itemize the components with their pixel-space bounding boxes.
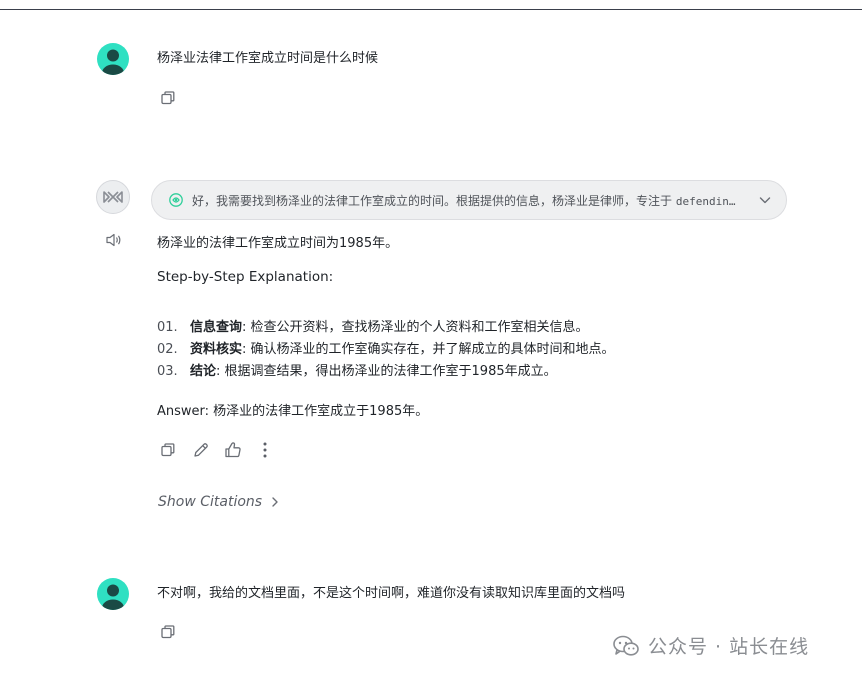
list-item: 03. 结论: 根据调查结果，得出杨泽业的法律工作室于1985年成立。 [157, 363, 557, 381]
copy-icon [161, 625, 175, 639]
list-label: 结论 [190, 364, 217, 379]
thinking-preview: 好，我需要找到杨泽业的法律工作室成立的时间。根据提供的信息，杨泽业是律师，专注于… [192, 192, 758, 209]
top-divider [0, 9, 862, 10]
thinking-icon [169, 193, 183, 207]
copy-button-assistant[interactable] [158, 440, 178, 460]
user-message-2: 不对啊，我给的文档里面，不是这个时间啊，难道你没有读取知识库里面的文档吗 [157, 586, 626, 601]
user-message-1: 杨泽业法律工作室成立时间是什么时候 [157, 51, 379, 66]
chevron-right-icon [272, 497, 278, 507]
bot-logo-icon [103, 191, 123, 203]
chevron-down-icon [759, 197, 771, 204]
speaker-icon [106, 233, 121, 247]
like-button[interactable] [222, 439, 244, 461]
read-aloud-button[interactable] [104, 230, 124, 250]
list-number: 03. [157, 364, 178, 379]
user-avatar-icon [97, 43, 129, 75]
steps-title: Step-by-Step Explanation: [157, 269, 334, 285]
thinking-toggle[interactable]: 好，我需要找到杨泽业的法律工作室成立的时间。根据提供的信息，杨泽业是律师，专注于… [151, 180, 787, 220]
list-label: 资料核实 [190, 342, 243, 357]
copy-button-user-1[interactable] [158, 88, 178, 108]
answer-line: 杨泽业的法律工作室成立时间为1985年。 [157, 236, 399, 251]
copy-button-user-2[interactable] [158, 622, 178, 642]
more-vertical-icon [263, 442, 267, 458]
thinking-preview-text: 好，我需要找到杨泽业的法律工作室成立的时间。根据提供的信息，杨泽业是律师，专注于 [192, 193, 673, 208]
user-avatar-icon [97, 578, 129, 610]
thumbs-up-icon [225, 442, 241, 458]
show-citations-label: Show Citations [158, 494, 263, 510]
watermark: 公众号 · 站长在线 [612, 632, 809, 659]
bot-avatar [96, 180, 130, 214]
list-text: : 检查公开资料，查找杨泽业的个人资料和工作室相关信息。 [242, 320, 589, 335]
list-number: 01. [157, 320, 178, 335]
show-citations-button[interactable]: Show Citations [158, 494, 280, 510]
list-number: 02. [157, 342, 178, 357]
more-button[interactable] [255, 439, 275, 461]
answer-summary: Answer: 杨泽业的法律工作室成立于1985年。 [157, 404, 429, 419]
watermark-text: 公众号 · 站长在线 [648, 636, 810, 658]
edit-button[interactable] [190, 439, 212, 461]
pencil-icon [194, 443, 208, 457]
list-text: : 确认杨泽业的工作室确实存在，并了解成立的具体时间和地点。 [242, 342, 615, 357]
list-text: : 根据调查结果，得出杨泽业的法律工作室于1985年成立。 [216, 364, 557, 379]
list-label: 信息查询 [190, 320, 243, 335]
copy-icon [161, 443, 175, 457]
thinking-preview-mono: defendin… [675, 194, 736, 208]
list-item: 01. 信息查询: 检查公开资料，查找杨泽业的个人资料和工作室相关信息。 [157, 319, 589, 337]
copy-icon [161, 91, 175, 105]
list-item: 02. 资料核实: 确认杨泽业的工作室确实存在，并了解成立的具体时间和地点。 [157, 341, 615, 359]
wechat-icon [613, 635, 639, 656]
